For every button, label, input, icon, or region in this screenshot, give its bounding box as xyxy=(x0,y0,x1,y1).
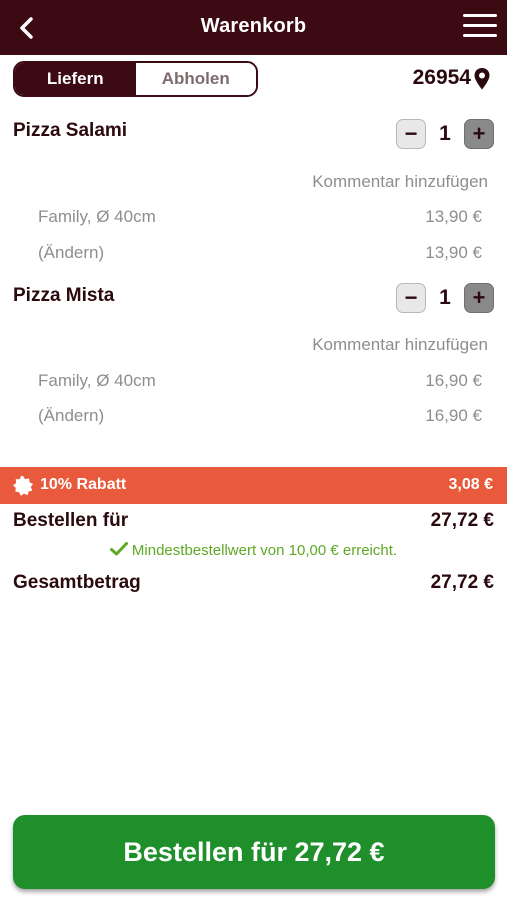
cart-item-name: Pizza Salami xyxy=(13,120,128,141)
item-size: Family, Ø 40cm xyxy=(38,207,156,226)
total-value: 27,72 € xyxy=(430,572,494,593)
decrease-quantity-button[interactable]: − xyxy=(396,283,426,313)
order-for-label: Bestellen für xyxy=(13,510,129,531)
hamburger-menu-icon[interactable] xyxy=(463,14,497,42)
item-size: Family, Ø 40cm xyxy=(38,371,156,390)
total-label: Gesamtbetrag xyxy=(13,572,141,593)
delivery-mode-toggle: Liefern Abholen xyxy=(13,61,258,97)
discount-value: 3,08 € xyxy=(448,476,493,493)
decrease-quantity-button[interactable]: − xyxy=(396,119,426,149)
top-app-bar: Warenkorb xyxy=(0,0,507,55)
place-order-button[interactable]: Bestellen für 27,72 € xyxy=(13,815,495,889)
item-total: 13,90 € xyxy=(425,243,482,262)
change-item-link[interactable]: (Ändern) xyxy=(38,243,104,263)
min-order-text: Mindestbestellwert von 10,00 € erreicht. xyxy=(131,542,398,559)
tab-abholen[interactable]: Abholen xyxy=(135,63,256,95)
add-comment-link[interactable]: Kommentar hinzufügen xyxy=(312,335,488,355)
discount-label: 10% Rabatt xyxy=(40,476,127,493)
cart-item-name: Pizza Mista xyxy=(13,285,115,306)
tab-liefern[interactable]: Liefern xyxy=(15,63,136,95)
size-price: 13,90 € xyxy=(425,207,482,226)
quantity-value: 1 xyxy=(439,286,451,309)
increase-quantity-button[interactable]: + xyxy=(464,283,494,313)
item-total: 16,90 € xyxy=(425,406,482,425)
change-item-link[interactable]: (Ändern) xyxy=(38,406,104,426)
discount-bar: 10% Rabatt 3,08 € xyxy=(0,467,507,504)
size-price: 16,90 € xyxy=(425,371,482,390)
min-order-message: Mindestbestellwert von 10,00 € erreicht. xyxy=(0,542,507,559)
quantity-value: 1 xyxy=(439,122,451,145)
zip-code[interactable]: 26954 xyxy=(413,66,471,90)
increase-quantity-button[interactable]: + xyxy=(464,119,494,149)
discount-badge-icon xyxy=(12,475,34,497)
order-for-value: 27,72 € xyxy=(430,510,494,531)
page-title: Warenkorb xyxy=(200,15,307,37)
map-pin-icon[interactable] xyxy=(473,67,491,91)
checkmark-icon xyxy=(109,542,128,556)
add-comment-link[interactable]: Kommentar hinzufügen xyxy=(312,172,488,192)
